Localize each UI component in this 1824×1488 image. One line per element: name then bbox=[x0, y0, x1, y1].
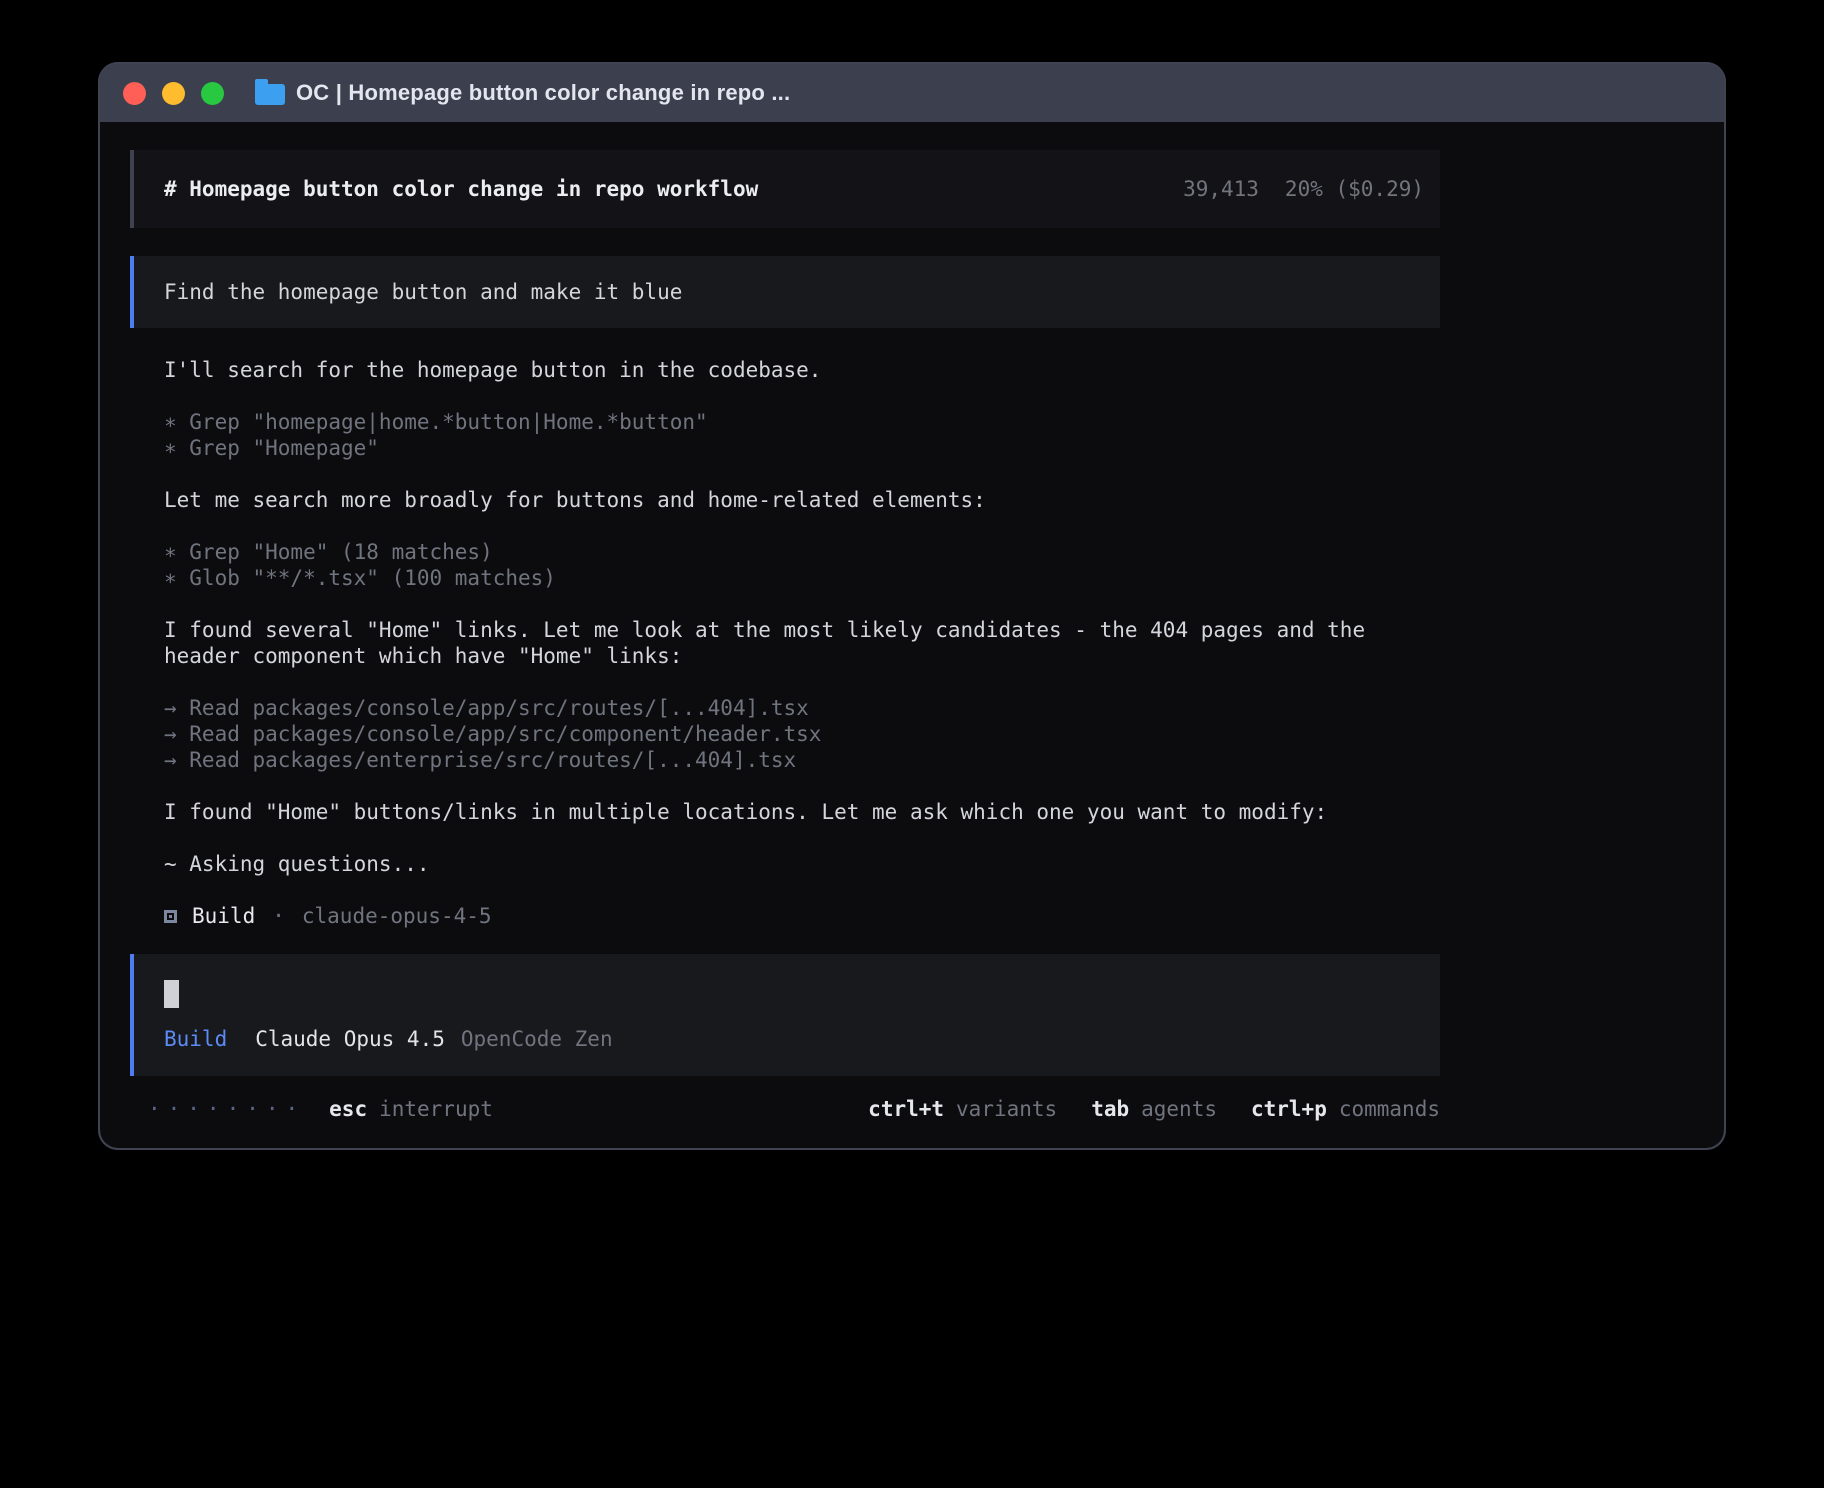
separator-dot: · bbox=[272, 903, 285, 929]
key-tab: tab bbox=[1091, 1096, 1129, 1122]
tool-call-read: → Read packages/console/app/src/routes/[… bbox=[164, 695, 1440, 721]
spinner-dots-icon: ········ bbox=[148, 1096, 305, 1122]
tool-call-grep: ∗ Grep "Homepage" bbox=[164, 435, 1440, 461]
hint-label: commands bbox=[1339, 1096, 1440, 1122]
hint-commands: ctrl+p commands bbox=[1251, 1096, 1440, 1122]
hint-label: variants bbox=[956, 1096, 1057, 1122]
bottom-group: Build Claude Opus 4.5 OpenCode Zen ·····… bbox=[130, 954, 1440, 1122]
user-message-text: Find the homepage button and make it blu… bbox=[164, 280, 682, 304]
text-cursor bbox=[164, 980, 179, 1008]
status-bar-right: ctrl+t variants tab agents ctrl+p comman… bbox=[868, 1096, 1440, 1122]
agent-name: Build bbox=[192, 903, 255, 929]
zoom-button[interactable] bbox=[201, 82, 224, 105]
prompt-input[interactable]: Build Claude Opus 4.5 OpenCode Zen bbox=[130, 954, 1440, 1076]
tool-call-read: → Read packages/enterprise/src/routes/[.… bbox=[164, 747, 1440, 773]
window-title: OC | Homepage button color change in rep… bbox=[296, 80, 790, 106]
assistant-message: I found "Home" buttons/links in multiple… bbox=[164, 799, 1404, 825]
terminal-content: # Homepage button color change in repo w… bbox=[100, 122, 1724, 1148]
traffic-lights bbox=[123, 82, 224, 105]
tool-call-group: ∗ Grep "homepage|home.*button|Home.*butt… bbox=[164, 409, 1440, 461]
hint-agents: tab agents bbox=[1091, 1096, 1217, 1122]
agent-status-row: Build · claude-opus-4-5 bbox=[164, 903, 1440, 929]
minimize-button[interactable] bbox=[162, 82, 185, 105]
session-header: # Homepage button color change in repo w… bbox=[130, 150, 1440, 228]
assistant-message: I'll search for the homepage button in t… bbox=[164, 357, 1404, 383]
assistant-message: I found several "Home" links. Let me loo… bbox=[164, 617, 1404, 669]
titlebar: OC | Homepage button color change in rep… bbox=[100, 64, 1724, 122]
assistant-message: Let me search more broadly for buttons a… bbox=[164, 487, 1404, 513]
status-bar: ········ esc interrupt ctrl+t variants t… bbox=[130, 1092, 1440, 1122]
hint-label: interrupt bbox=[379, 1096, 493, 1122]
tool-call-grep: ∗ Grep "Home" (18 matches) bbox=[164, 539, 1440, 565]
input-model-label: Claude Opus 4.5 bbox=[255, 1026, 445, 1052]
terminal-window: OC | Homepage button color change in rep… bbox=[100, 64, 1724, 1148]
agent-model: claude-opus-4-5 bbox=[302, 903, 492, 929]
token-count: 39,413 bbox=[1183, 176, 1259, 202]
asking-status: ~ Asking questions... bbox=[164, 851, 1404, 877]
model-row: Build Claude Opus 4.5 OpenCode Zen bbox=[164, 1026, 1424, 1052]
hint-label: agents bbox=[1141, 1096, 1217, 1122]
input-agent-label[interactable]: Build bbox=[164, 1026, 227, 1052]
input-provider-label: OpenCode Zen bbox=[461, 1026, 613, 1052]
context-cost: 20% ($0.29) bbox=[1285, 176, 1424, 202]
key-ctrl-p: ctrl+p bbox=[1251, 1096, 1327, 1122]
hint-interrupt: esc interrupt bbox=[329, 1096, 493, 1122]
tool-call-group: → Read packages/console/app/src/routes/[… bbox=[164, 695, 1440, 773]
tool-call-group: ∗ Grep "Home" (18 matches) ∗ Glob "**/*.… bbox=[164, 539, 1440, 591]
folder-icon bbox=[255, 84, 285, 105]
key-ctrl-t: ctrl+t bbox=[868, 1096, 944, 1122]
user-message: Find the homepage button and make it blu… bbox=[130, 256, 1440, 328]
hint-variants: ctrl+t variants bbox=[868, 1096, 1057, 1122]
tool-call-glob: ∗ Glob "**/*.tsx" (100 matches) bbox=[164, 565, 1440, 591]
key-esc: esc bbox=[329, 1096, 367, 1122]
session-title: # Homepage button color change in repo w… bbox=[164, 176, 758, 202]
close-button[interactable] bbox=[123, 82, 146, 105]
tool-call-grep: ∗ Grep "homepage|home.*button|Home.*butt… bbox=[164, 409, 1440, 435]
tool-call-read: → Read packages/console/app/src/componen… bbox=[164, 721, 1440, 747]
session-stats: 39,413 20% ($0.29) bbox=[1183, 176, 1424, 202]
agent-icon bbox=[164, 910, 177, 923]
status-bar-left: ········ esc interrupt bbox=[148, 1096, 493, 1122]
